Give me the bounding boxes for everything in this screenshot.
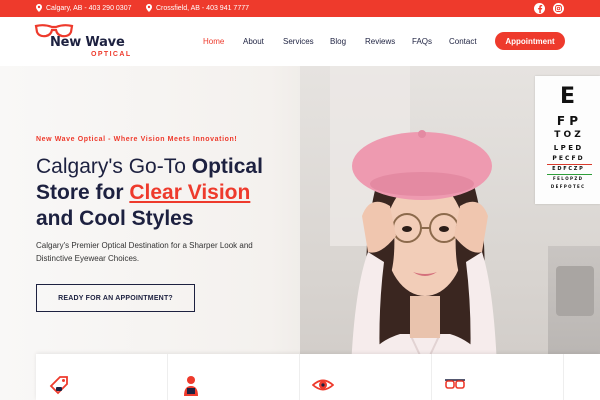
map-pin-icon	[146, 4, 152, 12]
service-card[interactable]	[432, 354, 564, 400]
price-tag-icon	[49, 376, 68, 395]
eye-icon	[312, 379, 334, 391]
hero-heading-line-1: Calgary's Go-To Optical	[36, 154, 263, 180]
instagram-glyph	[555, 5, 562, 12]
hero-section: E F P T O Z L P E D P E C F D E D F C Z …	[0, 66, 600, 400]
map-pin-icon	[36, 4, 42, 12]
location-crossfield[interactable]: Crossfield, AB - 403 941 7777	[146, 4, 249, 12]
nav-services[interactable]: Services	[283, 37, 314, 46]
eye-chart-red-line	[547, 164, 592, 165]
instagram-icon[interactable]	[553, 3, 564, 14]
service-card[interactable]	[300, 354, 432, 400]
ready-appointment-button[interactable]: READY FOR AN APPOINTMENT?	[36, 284, 195, 312]
nav-home[interactable]: Home	[203, 37, 224, 46]
facebook-icon[interactable]	[534, 3, 545, 14]
hero-heading-bold: Optical	[191, 155, 263, 178]
hero-heading: Calgary's Go-To Optical Store for Clear …	[36, 154, 263, 232]
service-card[interactable]	[36, 354, 168, 400]
eye-chart-green-line	[547, 174, 592, 175]
nav-faqs[interactable]: FAQs	[412, 37, 432, 46]
hero-tagline: New Wave Optical - Where Vision Meets In…	[36, 136, 238, 143]
hero-heading-highlight: Clear Vision	[129, 181, 251, 204]
hero-heading-line-3: and Cool Styles	[36, 206, 263, 232]
facebook-glyph	[537, 4, 542, 13]
hero-heading-bold: and Cool Styles	[36, 207, 194, 230]
location-calgary[interactable]: Calgary, AB - 403 290 0307	[36, 4, 131, 12]
service-cards	[36, 354, 600, 400]
top-bar: Calgary, AB - 403 290 0307 Crossfield, A…	[0, 0, 600, 17]
logo[interactable]: New Wave OPTICAL	[34, 23, 130, 63]
logo-name: New Wave	[50, 35, 125, 50]
hero-heading-bold: Store for	[36, 181, 130, 204]
nav-contact[interactable]: Contact	[449, 37, 477, 46]
optical-equipment-head	[556, 266, 594, 316]
hero-subtitle: Calgary's Premier Optical Destination fo…	[36, 241, 253, 263]
hero-heading-text: Calgary's Go-To	[36, 155, 192, 178]
appointment-button[interactable]: Appointment	[495, 32, 565, 50]
nav-reviews[interactable]: Reviews	[365, 37, 395, 46]
location-calgary-text: Calgary, AB - 403 290 0307	[46, 4, 132, 12]
logo-subtitle: OPTICAL	[91, 51, 132, 58]
hero-heading-line-2: Store for Clear Vision	[36, 180, 263, 206]
nav-about[interactable]: About	[243, 37, 264, 46]
nav-blog[interactable]: Blog	[330, 37, 346, 46]
location-crossfield-text: Crossfield, AB - 403 941 7777	[156, 4, 250, 12]
service-card[interactable]	[168, 354, 300, 400]
person-icon	[184, 376, 198, 396]
glasses-icon	[445, 379, 465, 389]
hero-model-image	[348, 130, 500, 400]
